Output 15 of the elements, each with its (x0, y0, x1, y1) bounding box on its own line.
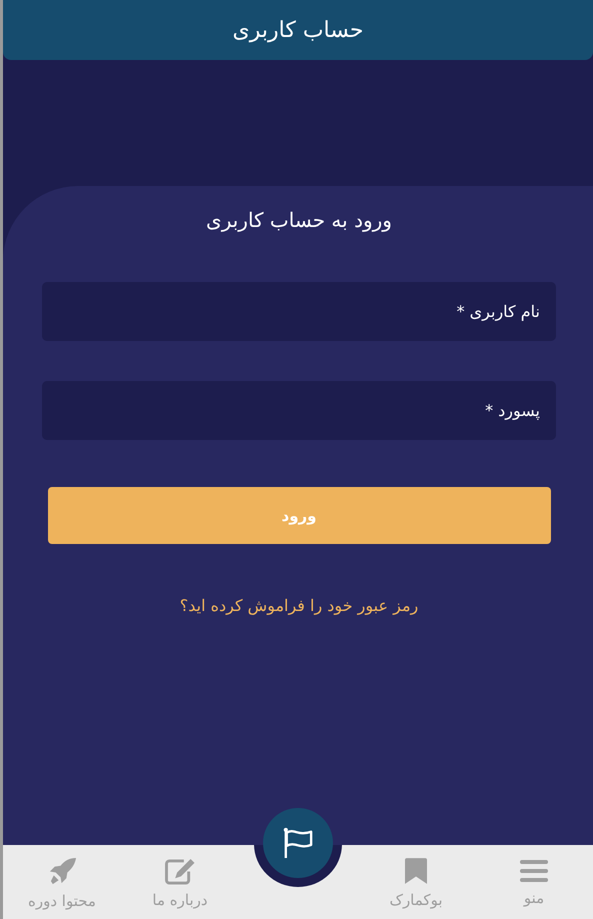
page-title: حساب کاربری (232, 18, 364, 42)
menu-icon (520, 859, 548, 883)
forgot-password-link[interactable]: رمز عبور خود را فراموش کرده اید؟ (180, 596, 418, 615)
flag-icon (283, 827, 313, 859)
edit-icon (164, 858, 196, 884)
nav-item[interactable]: بوکمارک (390, 855, 442, 909)
nav-item[interactable]: درباره ما (152, 856, 208, 908)
nav-item[interactable]: منو (520, 857, 548, 907)
login-title: ورود به حساب کاربری (206, 208, 392, 232)
password-field[interactable]: پسورد * (42, 381, 556, 440)
bookmark-icon (405, 857, 428, 885)
login-button[interactable]: ورود (48, 487, 550, 544)
username-field[interactable]: نام کاربری * (42, 282, 556, 341)
nav-item[interactable]: محتوا دوره (28, 854, 96, 910)
rocket-icon (48, 856, 76, 886)
